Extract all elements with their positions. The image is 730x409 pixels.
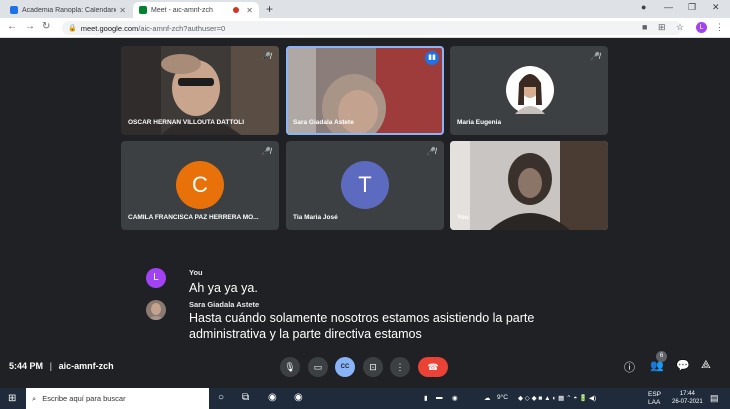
back-icon[interactable]: ← (7, 21, 17, 32)
taskbar-search-input[interactable]: ⌕ Escribe aquí para buscar (26, 388, 209, 409)
tab-title: Meet - aic-amnf-zch (151, 6, 213, 14)
present-screen-icon: ⊡ (369, 362, 377, 372)
participant-tile[interactable]: 🎤̸ T Tia Maria José (286, 141, 444, 230)
participant-tile-self[interactable]: You (450, 141, 608, 230)
translate-icon[interactable]: ⊞ (658, 22, 666, 33)
address-bar: ← → ↻ 🔒 meet.google.com/aic-amnf-zch?aut… (0, 18, 730, 38)
caption-avatar (146, 300, 166, 320)
hang-up-icon: ☎ (427, 362, 439, 372)
meeting-details-icon[interactable]: ⓘ (624, 359, 635, 375)
clock-date: 26-07-2021 (672, 399, 703, 405)
caption-text: Hasta cuándo solamente nosotros estamos … (189, 311, 535, 325)
tab-meet[interactable]: Meet - aic-amnf-zch ✕ (133, 2, 259, 18)
forward-icon[interactable]: → (25, 21, 35, 32)
self-video (450, 141, 608, 230)
close-tab-icon[interactable]: ✕ (246, 6, 253, 15)
participant-tile[interactable]: 🎤̸ OSCAR HERNAN VILLOUTA DATTOLI (121, 46, 279, 135)
tray-app-icons[interactable]: ◆ ◇ ◆ ■ ▲ ◐ ▦ ⌃ ◓ 🔋 ◀) (518, 394, 596, 402)
participant-tile[interactable]: 🎤̸ Maria Eugenia (450, 46, 608, 135)
language-indicator[interactable]: ESP LAA (648, 391, 661, 407)
captions-button[interactable]: CC (335, 357, 355, 377)
scroll-icon: ▮ (424, 395, 428, 402)
participant-name: Sara Giadala Astete (293, 119, 354, 126)
mic-off-icon: 🎤̸ (590, 52, 600, 61)
lock-icon: 🔒 (68, 25, 77, 32)
caption-text: Ah ya ya ya. (189, 281, 258, 295)
meeting-info: 5:44 PM | aic-amnf-zch (9, 361, 114, 371)
new-tab-button[interactable]: + (266, 2, 273, 16)
video-camera-icon: ▭ (313, 362, 323, 372)
participant-avatar: T (341, 161, 389, 209)
reload-icon[interactable]: ↻ (42, 21, 50, 32)
cortana-icon[interactable]: ○ (218, 392, 224, 403)
chrome-taskbar-icon[interactable]: ◉ (268, 392, 277, 403)
participant-tile[interactable]: 🎤̸ C CAMILA FRANCISCA PAZ HERRERA MO... (121, 141, 279, 230)
chrome-profile-taskbar-icon[interactable]: ◉ (294, 392, 303, 403)
weather-icon[interactable]: ☁ (484, 394, 491, 402)
meeting-time: 5:44 PM (9, 361, 44, 371)
close-tab-icon[interactable]: ✕ (119, 6, 126, 15)
participant-avatar (506, 66, 554, 114)
camera-icon[interactable]: ■ (642, 22, 647, 32)
extension-icon[interactable]: ● (641, 2, 646, 12)
mic-off-icon: 🎤̸ (426, 147, 436, 156)
clock-time: 17:44 (679, 391, 695, 397)
taskbar-clock[interactable]: 17:44 26-07-2021 (672, 390, 703, 406)
bookmark-star-icon[interactable]: ☆ (676, 22, 684, 33)
tab-title: Academia Ranopla: Calendario - (22, 6, 117, 14)
url-path: /aic-amnf-zch?authuser=0 (138, 23, 226, 33)
notifications-icon[interactable]: ▤ (710, 393, 719, 404)
caption-text: administrativa y la parte directiva esta… (189, 327, 422, 341)
windows-taskbar: ⊞ ⌕ Escribe aquí para buscar ○ ⧉ ◉ ◉ ▮ ▬… (0, 388, 730, 409)
recording-indicator-icon (233, 7, 240, 13)
profile-avatar[interactable]: L (696, 22, 707, 33)
chat-icon[interactable]: 💬 (676, 359, 690, 372)
browser-tabstrip: Academia Ranopla: Calendario - ✕ Meet - … (0, 0, 730, 18)
microphone-icon: 🎙 (284, 362, 296, 372)
url-input[interactable]: 🔒 meet.google.com/aic-amnf-zch?authuser=… (62, 21, 682, 35)
temperature[interactable]: 9°C (497, 394, 508, 401)
caption-speaker: Sara Giadala Astete (189, 300, 260, 309)
participant-tile[interactable]: ▮▮ Sara Giadala Astete (286, 46, 444, 135)
folder-icon[interactable]: ▬ (436, 394, 443, 401)
mic-off-icon: 🎤̸ (261, 52, 271, 61)
url-host: meet.google.com (80, 23, 139, 33)
task-view-icon[interactable]: ⧉ (242, 392, 249, 403)
language-sub: LAA (648, 399, 661, 406)
calendar-favicon-icon (10, 6, 18, 14)
leave-call-button[interactable]: ☎ (418, 357, 448, 377)
close-window-icon[interactable]: ✕ (712, 2, 720, 13)
minimize-icon[interactable]: — (664, 2, 673, 12)
search-icon: ⌕ (32, 393, 37, 403)
participant-avatar: C (176, 161, 224, 209)
menu-icon[interactable]: ⋮ (715, 22, 724, 33)
meeting-code: aic-amnf-zch (58, 361, 114, 371)
participant-name: You (457, 214, 469, 221)
more-options-button[interactable]: ⋮ (390, 357, 410, 377)
participant-name: CAMILA FRANCISCA PAZ HERRERA MO... (128, 214, 259, 221)
captions-icon: CC (340, 364, 350, 370)
chrome-tray-icon[interactable]: ◉ (452, 394, 458, 402)
restore-icon[interactable]: ❐ (688, 2, 696, 13)
participant-name: OSCAR HERNAN VILLOUTA DATTOLI (128, 119, 245, 126)
mic-off-icon: 🎤̸ (261, 147, 271, 156)
more-vert-icon: ⋮ (395, 362, 405, 372)
participant-name: Tia Maria José (293, 214, 338, 221)
caption-avatar: L (146, 268, 166, 288)
activities-icon[interactable]: ⟁ (701, 359, 711, 372)
participant-name: Maria Eugenia (457, 119, 502, 126)
language-code: ESP (648, 391, 662, 398)
caption-speaker: You (189, 268, 203, 277)
speaking-indicator-icon: ▮▮ (425, 51, 439, 65)
people-icon[interactable]: 👥 (650, 359, 664, 372)
present-button[interactable]: ⊡ (363, 357, 383, 377)
tab-calendar[interactable]: Academia Ranopla: Calendario - ✕ (4, 2, 132, 18)
search-placeholder: Escribe aquí para buscar (42, 394, 126, 403)
microphone-button[interactable]: 🎙 (280, 357, 300, 377)
camera-button[interactable]: ▭ (308, 357, 328, 377)
meet-favicon-icon (139, 6, 147, 14)
windows-start-icon[interactable]: ⊞ (8, 393, 16, 404)
